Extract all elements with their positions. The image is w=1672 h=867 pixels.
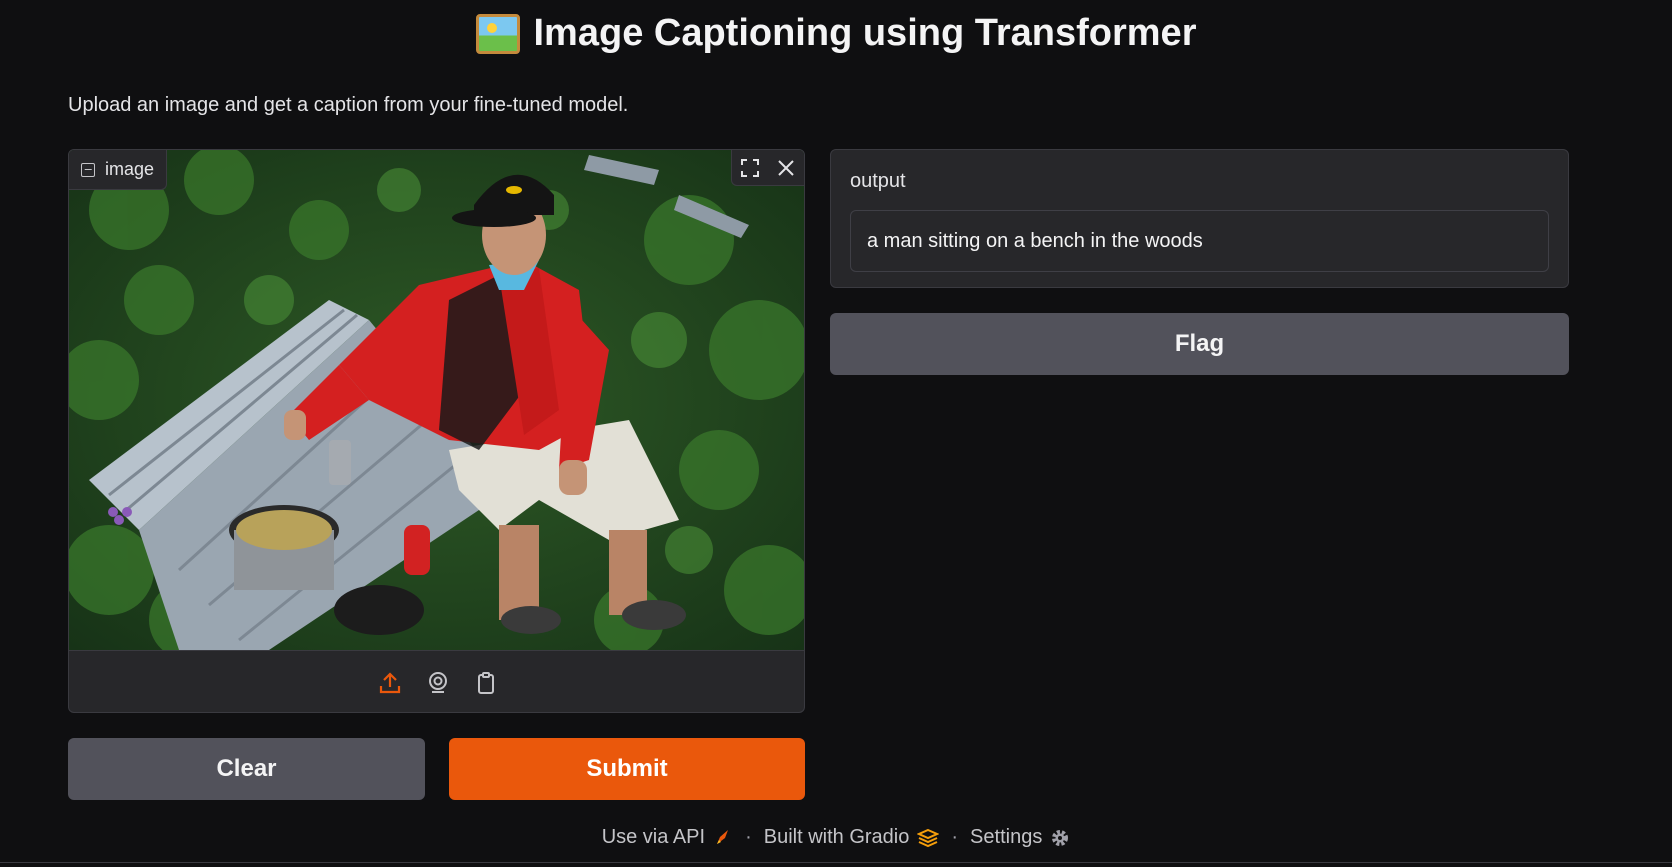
image-icon — [81, 162, 95, 177]
upload-source-button[interactable] — [376, 669, 404, 697]
built-with-gradio-link[interactable]: Built with Gradio — [764, 826, 940, 849]
fullscreen-icon — [741, 159, 759, 177]
gear-icon — [1052, 829, 1069, 846]
page-title-text: Image Captioning using Transformer — [533, 12, 1197, 54]
image-toolbar — [731, 150, 804, 186]
uploaded-image — [69, 150, 804, 650]
fullscreen-button[interactable] — [732, 150, 768, 186]
image-label-text: image — [105, 159, 155, 179]
output-label: output — [850, 170, 906, 192]
flag-button[interactable]: Flag — [830, 313, 1569, 375]
output-panel: output a man sitting on a bench in the w… — [830, 149, 1569, 288]
built-with-gradio-text: Built with Gradio — [763, 826, 910, 848]
page-bottom-divider — [0, 862, 1672, 863]
image-source-bar — [69, 650, 804, 712]
webcam-source-button[interactable] — [424, 669, 452, 697]
use-via-api-link[interactable]: Use via API — [602, 826, 733, 849]
footer: Use via API · Built with Gradio · Settin… — [0, 826, 1672, 849]
photo-illustration — [69, 150, 804, 650]
rocket-icon — [717, 829, 729, 844]
footer-separator: · — [745, 826, 752, 848]
settings-text: Settings — [970, 826, 1043, 848]
upload-icon — [379, 671, 400, 693]
settings-link[interactable]: Settings — [970, 826, 1070, 849]
webcam-icon — [428, 671, 447, 693]
use-via-api-text: Use via API — [601, 826, 706, 848]
page-description: Upload an image and get a caption from y… — [68, 94, 629, 116]
image-input-label: image — [69, 150, 168, 190]
clipboard-source-button[interactable] — [472, 669, 500, 697]
framed-picture-icon — [475, 13, 520, 54]
close-icon — [778, 160, 794, 176]
output-textbox[interactable]: a man sitting on a bench in the woods — [850, 210, 1549, 272]
footer-separator: · — [951, 826, 959, 848]
clear-image-button[interactable] — [768, 150, 804, 186]
gradio-logo-icon — [917, 828, 940, 847]
clipboard-icon — [477, 671, 494, 694]
submit-button[interactable]: Submit — [449, 738, 805, 800]
page-title: Image Captioning using Transformer — [0, 12, 1672, 55]
image-input-panel[interactable]: image — [68, 149, 805, 713]
clear-button[interactable]: Clear — [68, 738, 425, 800]
